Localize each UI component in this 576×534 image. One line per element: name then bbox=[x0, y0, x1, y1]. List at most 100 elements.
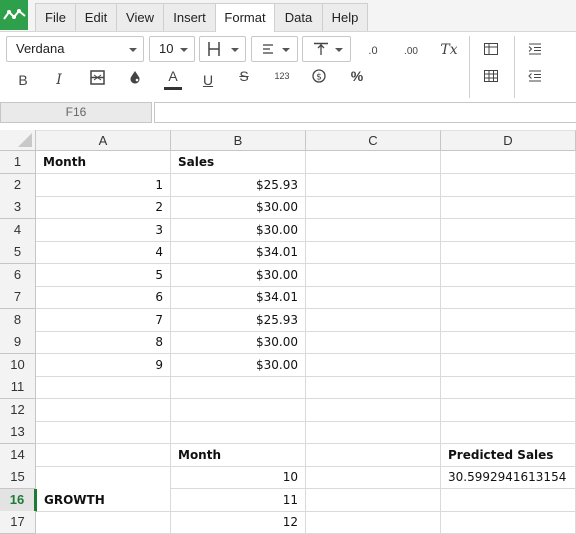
menu-edit[interactable]: Edit bbox=[75, 3, 117, 31]
cell-c10[interactable] bbox=[306, 354, 441, 377]
row-header-5[interactable]: 5 bbox=[0, 241, 36, 264]
row-header-9[interactable]: 9 bbox=[0, 331, 36, 354]
column-header-b[interactable]: B bbox=[171, 130, 306, 151]
row-header-6[interactable]: 6 bbox=[0, 264, 36, 287]
cell-a6[interactable]: 5 bbox=[36, 264, 171, 287]
cell-b10[interactable]: $30.00 bbox=[171, 354, 306, 377]
cell-d4[interactable] bbox=[441, 219, 576, 242]
row-header-4[interactable]: 4 bbox=[0, 219, 36, 242]
cell-d9[interactable] bbox=[441, 331, 576, 354]
cell-a3[interactable]: 2 bbox=[36, 196, 171, 219]
cell-a4[interactable]: 3 bbox=[36, 219, 171, 242]
row-header-10[interactable]: 10 bbox=[0, 354, 36, 377]
column-header-a[interactable]: A bbox=[36, 130, 171, 151]
decrease-decimal-button[interactable]: .0 bbox=[360, 36, 386, 62]
bold-button[interactable]: B bbox=[10, 67, 36, 93]
cell-a2[interactable]: 1 bbox=[36, 174, 171, 197]
cell-c9[interactable] bbox=[306, 331, 441, 354]
row-header-1[interactable]: 1 bbox=[0, 151, 36, 174]
merge-cells-button[interactable] bbox=[84, 65, 110, 91]
cell-d5[interactable] bbox=[441, 241, 576, 264]
cell-b15[interactable]: 10 bbox=[171, 466, 306, 489]
cell-d1[interactable] bbox=[441, 151, 576, 174]
cell-d14[interactable]: Predicted Sales bbox=[441, 444, 576, 467]
row-header-16[interactable]: 16 bbox=[0, 489, 36, 512]
insert-table-button[interactable] bbox=[478, 36, 504, 62]
currency-format-button[interactable]: $ bbox=[306, 63, 332, 89]
horizontal-align-button[interactable] bbox=[251, 36, 298, 62]
cell-c7[interactable] bbox=[306, 286, 441, 309]
menu-file[interactable]: File bbox=[35, 3, 76, 31]
cell-d6[interactable] bbox=[441, 264, 576, 287]
row-header-15[interactable]: 15 bbox=[0, 466, 36, 489]
clear-formatting-button[interactable]: Tx bbox=[436, 36, 462, 62]
cell-a17[interactable] bbox=[36, 511, 171, 534]
italic-button[interactable]: I bbox=[46, 67, 72, 93]
cell-c12[interactable] bbox=[306, 399, 441, 422]
column-header-c[interactable]: C bbox=[306, 130, 441, 151]
percent-format-button[interactable]: % bbox=[344, 63, 370, 89]
fill-color-button[interactable] bbox=[122, 65, 148, 91]
cell-c15[interactable] bbox=[306, 466, 441, 489]
cell-b2[interactable]: $25.93 bbox=[171, 174, 306, 197]
cell-a8[interactable]: 7 bbox=[36, 309, 171, 332]
cell-b13[interactable] bbox=[171, 421, 306, 444]
cell-c8[interactable] bbox=[306, 309, 441, 332]
font-size-select[interactable]: 10 bbox=[149, 36, 195, 62]
row-header-17[interactable]: 17 bbox=[0, 511, 36, 534]
select-all-corner[interactable] bbox=[0, 130, 36, 151]
cell-b3[interactable]: $30.00 bbox=[171, 196, 306, 219]
cell-d11[interactable] bbox=[441, 376, 576, 399]
row-header-13[interactable]: 13 bbox=[0, 421, 36, 444]
cell-a13[interactable] bbox=[36, 421, 171, 444]
cell-b8[interactable]: $25.93 bbox=[171, 309, 306, 332]
cell-d10[interactable] bbox=[441, 354, 576, 377]
row-header-12[interactable]: 12 bbox=[0, 399, 36, 422]
menu-data[interactable]: Data bbox=[274, 3, 323, 31]
borders-button[interactable] bbox=[199, 36, 246, 62]
cell-b5[interactable]: $34.01 bbox=[171, 241, 306, 264]
number-format-button[interactable]: 123 bbox=[269, 63, 295, 89]
cell-c5[interactable] bbox=[306, 241, 441, 264]
cell-a7[interactable]: 6 bbox=[36, 286, 171, 309]
cell-d3[interactable] bbox=[441, 196, 576, 219]
cell-c2[interactable] bbox=[306, 174, 441, 197]
cell-c11[interactable] bbox=[306, 376, 441, 399]
cell-a1[interactable]: Month bbox=[36, 151, 171, 174]
cell-a10[interactable]: 9 bbox=[36, 354, 171, 377]
cell-b9[interactable]: $30.00 bbox=[171, 331, 306, 354]
cell-d17[interactable] bbox=[441, 511, 576, 534]
cell-b12[interactable] bbox=[171, 399, 306, 422]
decrease-indent-button[interactable] bbox=[522, 63, 548, 89]
cell-b11[interactable] bbox=[171, 376, 306, 399]
row-header-11[interactable]: 11 bbox=[0, 376, 36, 399]
cell-d15[interactable]: 30.5992941613154 bbox=[441, 466, 576, 489]
cell-d7[interactable] bbox=[441, 286, 576, 309]
increase-indent-button[interactable] bbox=[522, 36, 548, 62]
cell-b4[interactable]: $30.00 bbox=[171, 219, 306, 242]
column-header-d[interactable]: D bbox=[441, 130, 576, 151]
cell-a5[interactable]: 4 bbox=[36, 241, 171, 264]
cell-d8[interactable] bbox=[441, 309, 576, 332]
cell-a12[interactable] bbox=[36, 399, 171, 422]
row-header-3[interactable]: 3 bbox=[0, 196, 36, 219]
cell-c3[interactable] bbox=[306, 196, 441, 219]
menu-format[interactable]: Format bbox=[215, 3, 275, 32]
cell-c17[interactable] bbox=[306, 511, 441, 534]
cell-a9[interactable]: 8 bbox=[36, 331, 171, 354]
cell-c6[interactable] bbox=[306, 264, 441, 287]
cell-c4[interactable] bbox=[306, 219, 441, 242]
menu-insert[interactable]: Insert bbox=[163, 3, 216, 31]
cell-d13[interactable] bbox=[441, 421, 576, 444]
cell-d16[interactable] bbox=[441, 489, 576, 512]
cell-a11[interactable] bbox=[36, 376, 171, 399]
row-header-14[interactable]: 14 bbox=[0, 444, 36, 467]
cell-b6[interactable]: $30.00 bbox=[171, 264, 306, 287]
cell-b17[interactable]: 12 bbox=[171, 511, 306, 534]
formula-input[interactable] bbox=[154, 102, 576, 123]
cell-a16[interactable]: GROWTH bbox=[36, 489, 171, 512]
cell-b16[interactable]: 11 bbox=[171, 489, 306, 512]
grid-table-button[interactable] bbox=[478, 63, 504, 89]
row-header-2[interactable]: 2 bbox=[0, 174, 36, 197]
cell-a15[interactable] bbox=[36, 466, 171, 489]
